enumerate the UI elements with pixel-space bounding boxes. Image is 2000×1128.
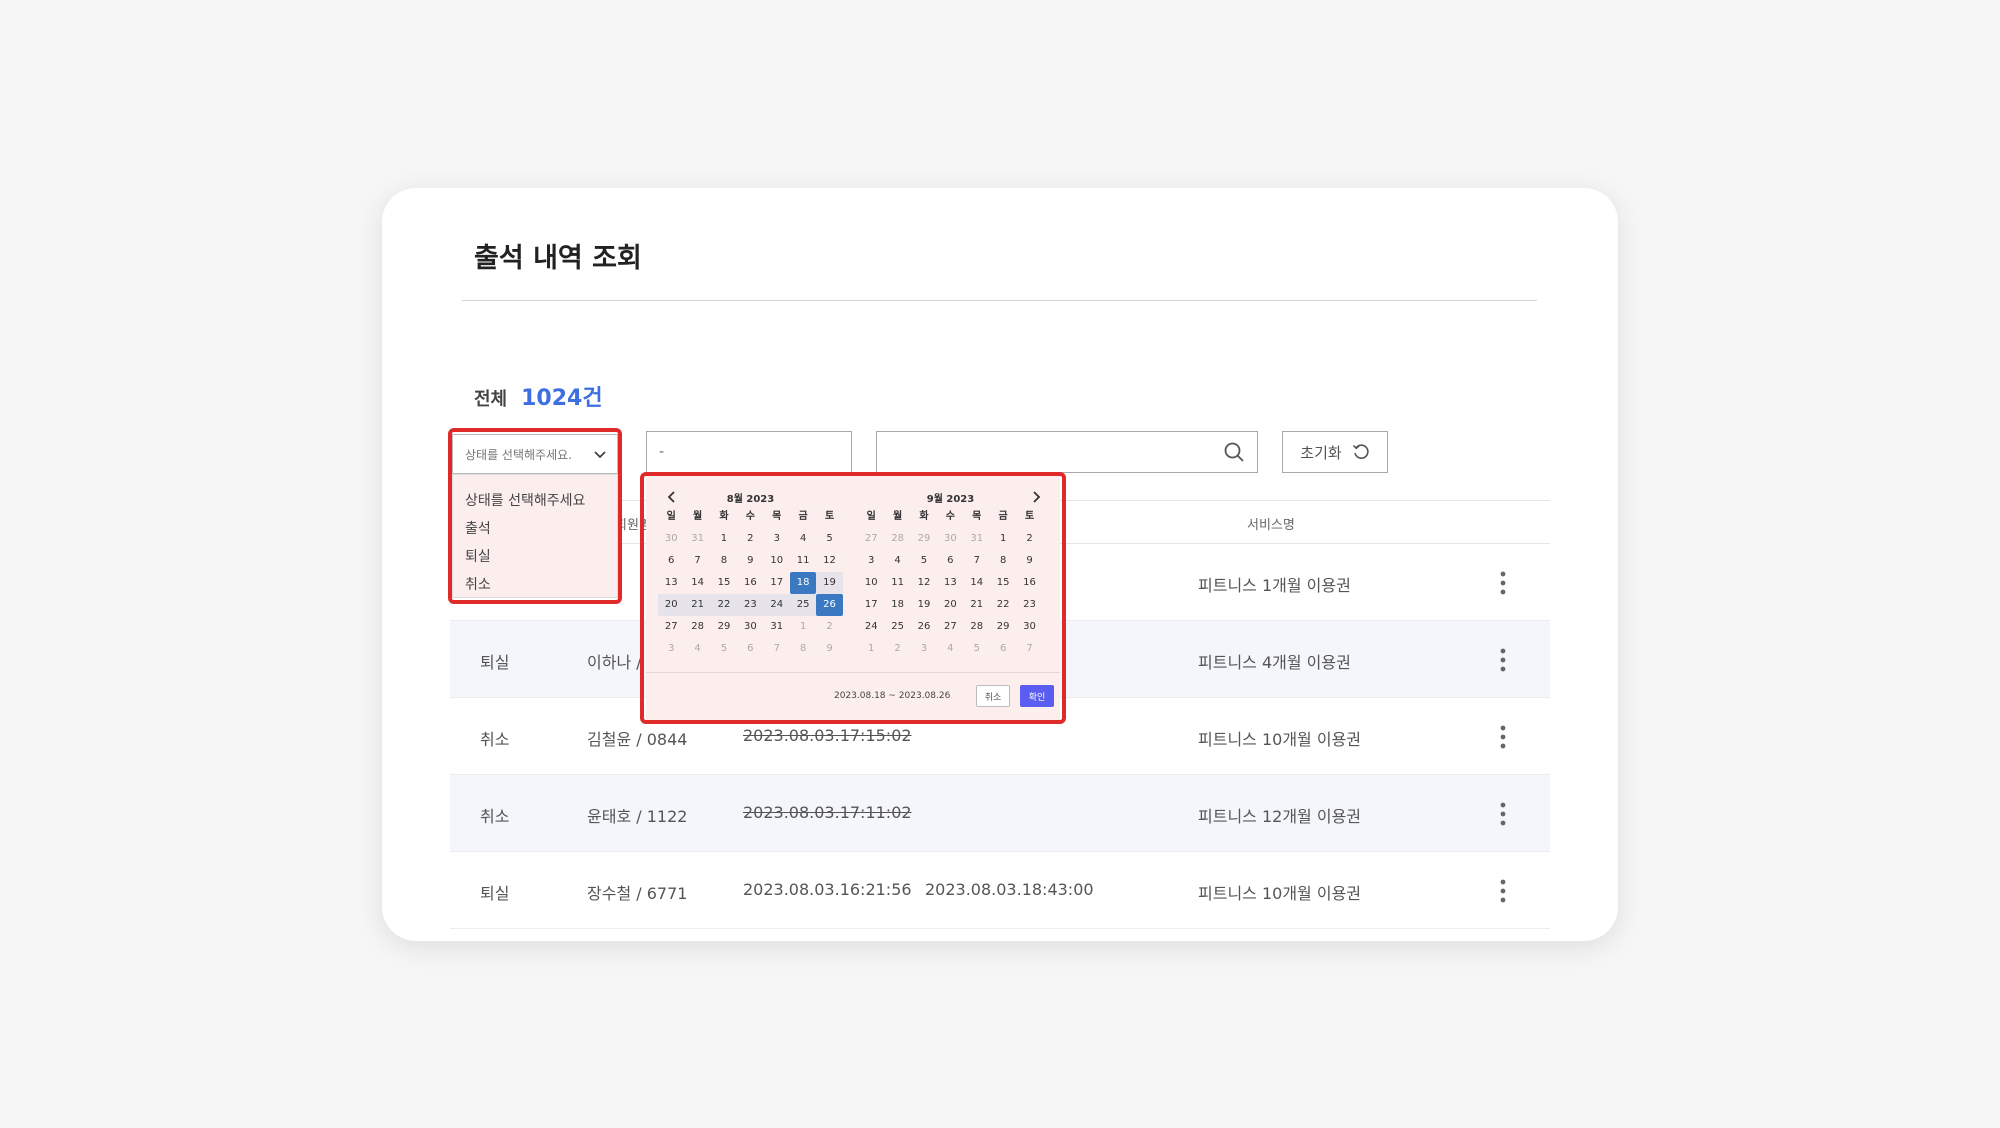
row-service: 피트니스 4개월 이용권 bbox=[1198, 653, 1351, 672]
date-range-value: - bbox=[659, 444, 665, 460]
row-status: 퇴실 bbox=[480, 884, 510, 903]
header-service: 서비스명 bbox=[1247, 518, 1295, 533]
row-status: 퇴실 bbox=[480, 653, 510, 672]
reset-label: 초기화 bbox=[1300, 443, 1342, 462]
search-icon[interactable] bbox=[1223, 441, 1245, 463]
row-member: 이하나 / bbox=[587, 653, 642, 672]
highlight-box bbox=[448, 428, 622, 604]
attendance-card: 출석 내역 조회 전체 1024건 상태를 선택해주세요. - 초기화 회원명 … bbox=[382, 188, 1618, 941]
table-row[interactable]: 퇴실 장수철 / 6771 2023.08.03.16:21:56 2023.0… bbox=[450, 852, 1550, 929]
row-member: 윤태호 / 1122 bbox=[587, 807, 688, 826]
highlight-box bbox=[640, 472, 1066, 724]
table-row[interactable]: 취소 윤태호 / 1122 2023.08.03.17:11:02 피트니스 1… bbox=[450, 775, 1550, 852]
row-status: 취소 bbox=[480, 730, 510, 749]
row-service: 피트니스 1개월 이용권 bbox=[1198, 576, 1351, 595]
more-vertical-icon[interactable] bbox=[1500, 570, 1506, 596]
row-service: 피트니스 10개월 이용권 bbox=[1198, 884, 1362, 903]
refresh-icon bbox=[1352, 444, 1369, 459]
total-count: 1024건 bbox=[521, 386, 603, 411]
more-vertical-icon[interactable] bbox=[1500, 878, 1506, 904]
more-vertical-icon[interactable] bbox=[1500, 801, 1506, 827]
total-label: 전체 bbox=[474, 389, 508, 410]
row-checkin: 2023.08.03.17:15:02 bbox=[743, 726, 912, 745]
date-range-input[interactable]: - bbox=[646, 431, 852, 473]
row-checkin: 2023.08.03.16:21:56 bbox=[743, 880, 912, 899]
total-summary: 전체 1024건 bbox=[474, 380, 603, 412]
page-title: 출석 내역 조회 bbox=[474, 243, 642, 274]
row-member: 김철윤 / 0844 bbox=[587, 730, 688, 749]
row-service: 피트니스 10개월 이용권 bbox=[1198, 730, 1362, 749]
more-vertical-icon[interactable] bbox=[1500, 724, 1506, 750]
reset-button[interactable]: 초기화 bbox=[1282, 431, 1388, 473]
row-checkin: 2023.08.03.17:11:02 bbox=[743, 803, 912, 822]
row-member: 장수철 / 6771 bbox=[587, 884, 688, 903]
title-divider bbox=[462, 300, 1537, 301]
row-checkout: 2023.08.03.18:43:00 bbox=[925, 880, 1094, 899]
row-status: 취소 bbox=[480, 807, 510, 826]
row-service: 피트니스 12개월 이용권 bbox=[1198, 807, 1362, 826]
more-vertical-icon[interactable] bbox=[1500, 647, 1506, 673]
search-input[interactable] bbox=[876, 431, 1258, 473]
